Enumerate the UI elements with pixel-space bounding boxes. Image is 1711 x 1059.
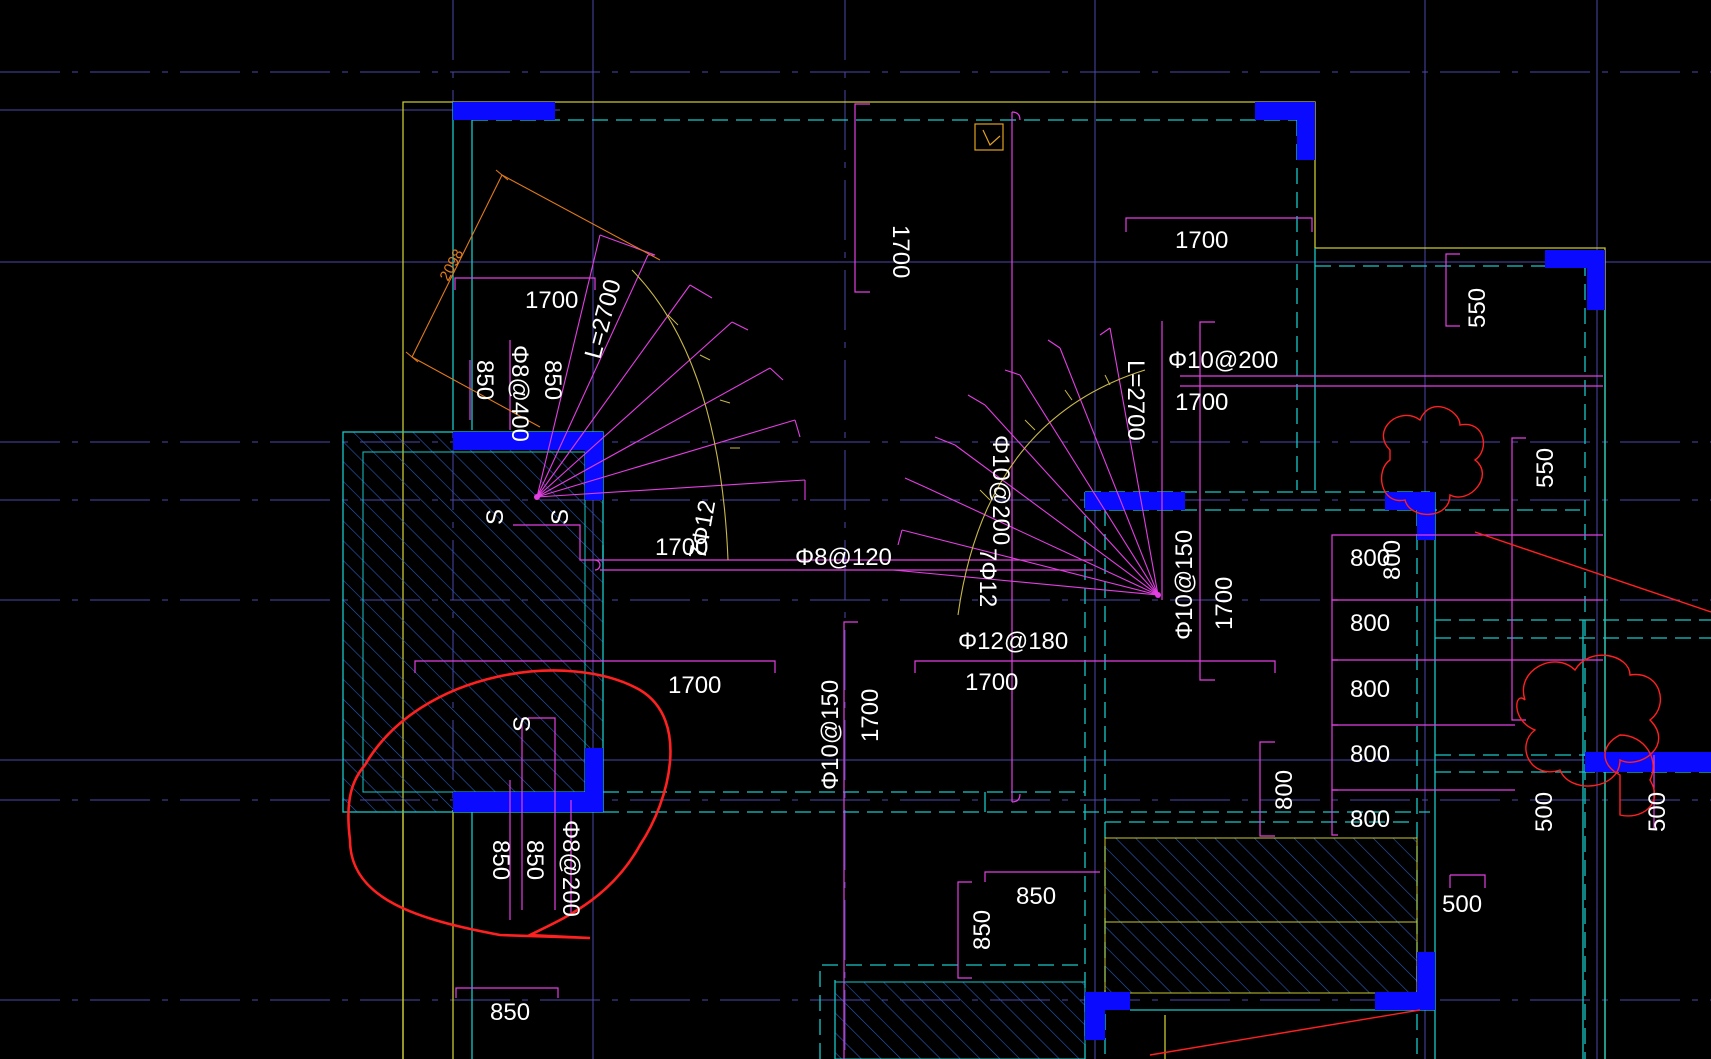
- label-low-1700-b: 1700: [965, 669, 1018, 696]
- label-800-1b: 800: [1379, 540, 1406, 580]
- label-bar-8at400: Φ8@400: [506, 345, 533, 442]
- label-bar-10at200-right: Φ10@200: [1168, 347, 1278, 374]
- stair-winder-right: [892, 327, 1159, 596]
- label-bottom-850-c: 850: [490, 999, 530, 1026]
- floor-plan-canvas[interactable]: 1700 1700 1700 L=2700 2098 Φ8@400 850 85…: [0, 0, 1711, 1059]
- label-bar-10at150-b: Φ10@150: [817, 680, 844, 790]
- label-550-b: 550: [1532, 448, 1559, 488]
- label-s-b: S: [547, 509, 574, 525]
- cad-drawing-viewport[interactable]: 1700 1700 1700 L=2700 2098 Φ8@400 850 85…: [0, 0, 1711, 1059]
- hatched-slab-right: [1104, 837, 1418, 994]
- label-bar-10at150-a: Φ10@150: [1171, 530, 1198, 640]
- label-bar-12at180: Φ12@180: [958, 628, 1068, 655]
- label-s-a: S: [482, 509, 509, 525]
- label-right-1700: 1700: [1175, 389, 1228, 416]
- label-bar-8at120: Φ8@120: [795, 544, 892, 571]
- label-top-1700-a: 1700: [887, 225, 914, 278]
- label-500-c: 500: [1442, 891, 1482, 918]
- stair-walkline-ticks: [667, 314, 1111, 501]
- label-500-a: 500: [1531, 792, 1558, 832]
- label-850-a: 850: [471, 360, 498, 400]
- label-850-b: 850: [539, 360, 566, 400]
- label-top-1700-b: 1700: [1175, 227, 1228, 254]
- label-800-3: 800: [1350, 676, 1390, 703]
- stair-winder-left: [536, 234, 806, 500]
- label-800-5: 800: [1350, 806, 1390, 833]
- label-left-1700: 1700: [525, 287, 578, 314]
- column-marker: [974, 123, 1004, 151]
- label-500-b: 500: [1644, 792, 1671, 832]
- label-mid-1700-a: 1700: [655, 534, 708, 561]
- label-v-1700-a: 1700: [1211, 577, 1238, 630]
- label-800-4: 800: [1350, 741, 1390, 768]
- label-l2700-right: L=2700: [1122, 360, 1149, 441]
- label-low-1700-a: 1700: [668, 672, 721, 699]
- label-s-c: S: [509, 716, 536, 732]
- label-v-1700-b: 1700: [857, 689, 884, 742]
- label-800-v: 800: [1271, 770, 1298, 810]
- label-7phi12-right: 7Φ12: [974, 548, 1001, 607]
- label-550-a: 550: [1464, 288, 1491, 328]
- label-mid-850-h: 850: [1016, 883, 1056, 910]
- label-mid-850-v: 850: [969, 910, 996, 950]
- hatched-slab-bottom: [834, 981, 1086, 1059]
- label-bottom-850-a: 850: [487, 840, 514, 880]
- label-bottom-850-b: 850: [521, 840, 548, 880]
- label-bottom-bar-8at200: Φ8@200: [557, 820, 584, 917]
- label-800-2: 800: [1350, 610, 1390, 637]
- structural-columns: [453, 102, 1711, 1040]
- label-bar-10at200-mid: Φ10@200: [987, 435, 1014, 545]
- drawing-annotations: 1700 1700 1700 L=2700 2098 Φ8@400 850 85…: [437, 225, 1671, 1026]
